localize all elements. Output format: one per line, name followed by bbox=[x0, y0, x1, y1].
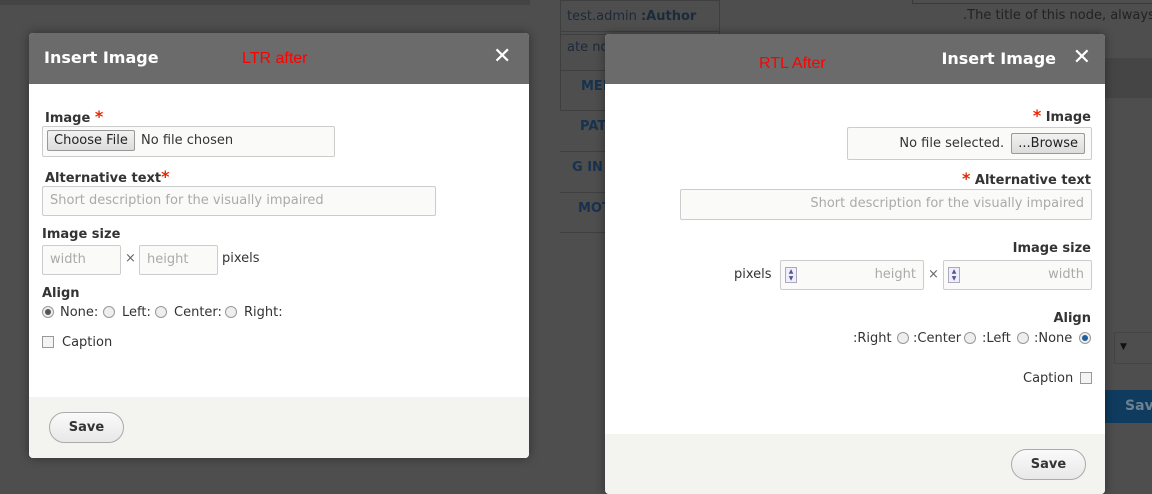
close-icon[interactable]: ✕ bbox=[493, 44, 511, 69]
dialog-title: Insert Image bbox=[941, 49, 1056, 68]
required-icon: * bbox=[1032, 106, 1042, 125]
bg-save-label: Save bbox=[1125, 398, 1152, 414]
rtl-insert-image-dialog: RTL After Insert Image ✕ * Image No file… bbox=[605, 34, 1105, 494]
bg-author-label: :Author bbox=[640, 9, 697, 24]
dialog-header: Insert Image LTR after ✕ bbox=[29, 33, 529, 84]
align-right-radio[interactable] bbox=[225, 306, 237, 318]
times-symbol: × bbox=[928, 267, 939, 282]
alt-text-input[interactable]: Short description for the visually impai… bbox=[680, 189, 1092, 220]
bg-menu-1[interactable]: MEN bbox=[560, 70, 610, 111]
bg-menu-3[interactable]: G IN bbox=[560, 151, 610, 193]
align-left-radio[interactable] bbox=[1017, 332, 1029, 344]
width-input[interactable]: ▲ ▼ width bbox=[943, 260, 1092, 290]
bg-title-help: .The title of this node, always trea bbox=[963, 8, 1152, 23]
align-center-label: Center: bbox=[174, 305, 222, 320]
height-placeholder: height bbox=[874, 267, 916, 282]
align-left-label: :Left bbox=[982, 331, 1011, 346]
image-size-label: Image size bbox=[1012, 241, 1091, 256]
dialog-header: RTL After Insert Image ✕ bbox=[605, 34, 1105, 84]
bg-author-value: test.admin bbox=[567, 9, 637, 24]
image-label: Image * bbox=[45, 107, 103, 126]
bg-menu-2-text: PAT bbox=[580, 119, 607, 134]
spinner-icon[interactable]: ▲ ▼ bbox=[948, 267, 960, 283]
caption-checkbox[interactable] bbox=[42, 336, 54, 348]
dialog-title: Insert Image bbox=[44, 48, 159, 67]
ltr-insert-image-dialog: Insert Image LTR after ✕ Image * Choose … bbox=[29, 33, 529, 458]
caption-checkbox[interactable] bbox=[1080, 372, 1092, 384]
alt-text-input[interactable]: Short description for the visually impai… bbox=[42, 186, 436, 216]
bg-row2-text: ate no bbox=[567, 40, 609, 55]
times-symbol: × bbox=[125, 251, 136, 266]
choose-file-button[interactable]: Choose File bbox=[47, 130, 135, 151]
width-placeholder: width bbox=[1048, 267, 1084, 282]
height-input[interactable]: height bbox=[139, 245, 218, 275]
align-right-label: :Right bbox=[853, 331, 892, 346]
align-left-radio[interactable] bbox=[103, 306, 115, 318]
bg-menu-2[interactable]: PAT bbox=[560, 110, 610, 152]
no-file-text: No file selected. bbox=[899, 136, 1005, 151]
required-icon: * bbox=[94, 107, 104, 126]
image-label-text: Image bbox=[1045, 110, 1091, 125]
pixels-label: pixels bbox=[734, 267, 772, 282]
image-size-label: Image size bbox=[42, 227, 121, 242]
image-file-input[interactable]: No file selected. ...Browse bbox=[847, 127, 1092, 160]
image-file-input[interactable]: Choose File No file chosen bbox=[42, 126, 335, 157]
save-button[interactable]: Save bbox=[49, 412, 124, 443]
align-none-radio[interactable] bbox=[1079, 332, 1091, 344]
alt-text-label-text: Alternative text bbox=[974, 173, 1091, 188]
align-label: Align bbox=[42, 286, 80, 301]
bg-save-button[interactable]: Save bbox=[1105, 390, 1152, 423]
alt-text-label: * Alternative text bbox=[962, 169, 1091, 188]
bg-band bbox=[1105, 58, 1152, 98]
align-right-label: Right: bbox=[244, 305, 283, 320]
bg-title-input bbox=[912, 0, 1152, 4]
browse-button[interactable]: ...Browse bbox=[1011, 133, 1085, 154]
align-label: Align bbox=[1053, 311, 1091, 326]
align-right-radio[interactable] bbox=[897, 332, 909, 344]
required-icon: * bbox=[961, 169, 971, 188]
alt-text-label-text: Alternative text bbox=[45, 171, 162, 186]
align-none-label: None: bbox=[60, 305, 99, 320]
bg-menu-3-text: G IN bbox=[572, 160, 603, 175]
image-label: * Image bbox=[1033, 106, 1091, 125]
align-center-label: :Center bbox=[913, 331, 962, 346]
save-button[interactable]: Save bbox=[1011, 449, 1086, 480]
background-top-bar bbox=[0, 0, 530, 5]
alt-text-label: Alternative text* bbox=[45, 167, 169, 186]
align-none-radio[interactable] bbox=[42, 306, 54, 318]
align-left-label: Left: bbox=[122, 305, 151, 320]
annotation-label: LTR after bbox=[242, 50, 308, 67]
pixels-label: pixels bbox=[222, 251, 260, 266]
height-input[interactable]: ▲ ▼ height bbox=[780, 260, 924, 290]
caption-label: Caption bbox=[62, 335, 113, 350]
image-label-text: Image bbox=[45, 111, 91, 126]
required-icon: * bbox=[161, 167, 170, 186]
bg-author-cell: test.admin :Author bbox=[560, 0, 720, 35]
close-icon[interactable]: ✕ bbox=[1073, 45, 1091, 70]
align-center-radio[interactable] bbox=[964, 332, 976, 344]
caption-label: Caption bbox=[1023, 371, 1074, 386]
width-input[interactable]: width bbox=[42, 245, 121, 275]
bg-select[interactable]: ▼ bbox=[1114, 332, 1152, 364]
spinner-icon[interactable]: ▲ ▼ bbox=[785, 267, 797, 283]
annotation-label: RTL After bbox=[759, 55, 826, 72]
align-none-label: :None bbox=[1034, 331, 1073, 346]
bg-menu-4[interactable]: MOTIC bbox=[560, 192, 610, 233]
align-center-radio[interactable] bbox=[155, 306, 167, 318]
no-file-text: No file chosen bbox=[141, 133, 234, 148]
